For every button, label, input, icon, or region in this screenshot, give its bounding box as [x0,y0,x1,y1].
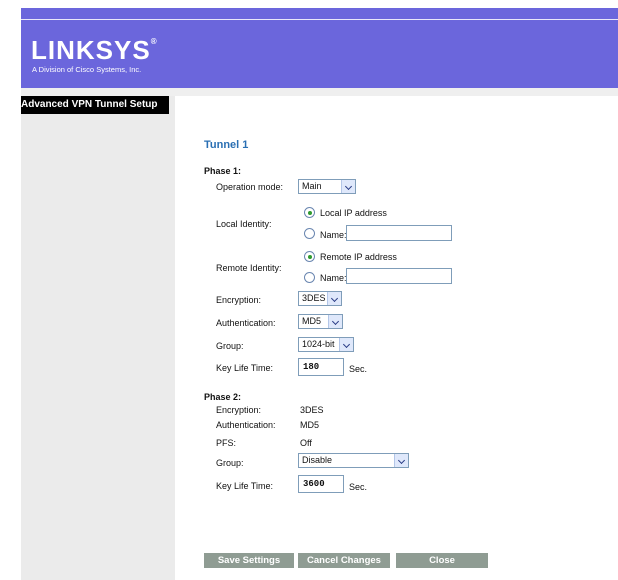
header-band [21,88,618,96]
key-life-label: Key Life Time: [216,363,274,373]
phase2-heading: Phase 2: [204,392,242,402]
logo-registered-mark: ® [150,37,157,46]
tunnel-title: Tunnel 1 [204,139,249,151]
operation-mode-select[interactable]: Main [298,179,356,194]
p2-encryption-label: Encryption: [216,405,262,415]
p2-key-life-label: Key Life Time: [216,481,274,491]
sidebar [21,96,175,580]
local-name-input[interactable] [346,225,452,241]
key-life-input[interactable]: 180 [298,358,344,376]
logo-tagline: A Division of Cisco Systems, Inc. [32,65,142,74]
local-name-option-label: Name: [320,230,347,240]
save-settings-button[interactable]: Save Settings [204,553,294,568]
p2-group-select[interactable]: Disable [298,453,409,468]
remote-name-radio[interactable] [304,272,315,283]
remote-identity-label: Remote Identity: [216,263,282,273]
cancel-changes-button[interactable]: Cancel Changes [298,553,390,568]
remote-name-option-label: Name: [320,273,347,283]
remote-ip-option-label: Remote IP address [320,252,397,262]
authentication-select[interactable]: MD5 [298,314,343,329]
sidebar-title: Advanced VPN Tunnel Setup [21,96,169,114]
top-strip [21,0,618,8]
authentication-label: Authentication: [216,318,276,328]
close-button[interactable]: Close [396,553,488,568]
logo-text: LINKSYS [31,35,151,65]
encryption-value: 3DES [302,293,326,303]
remote-name-input[interactable] [346,268,452,284]
p2-authentication-label: Authentication: [216,420,276,430]
chevron-down-icon [327,292,341,305]
chevron-down-icon [394,454,408,467]
chevron-down-icon [339,338,353,351]
group-select[interactable]: 1024-bit [298,337,354,352]
content-area [175,96,618,580]
operation-mode-label: Operation mode: [216,182,284,192]
p2-group-value: Disable [302,455,333,465]
linksys-logo: LINKSYS® [31,35,157,66]
chevron-down-icon [341,180,355,193]
remote-ip-radio[interactable] [304,251,315,262]
p2-encryption-value: 3DES [300,405,324,415]
group-value: 1024-bit [302,339,335,349]
header-divider [21,19,618,20]
p2-authentication-value: MD5 [300,420,320,430]
pfs-value: Off [300,438,312,448]
encryption-label: Encryption: [216,295,262,305]
local-identity-label: Local Identity: [216,219,272,229]
p2-key-life-unit: Sec. [349,482,368,492]
p2-key-life-input[interactable]: 3600 [298,475,344,493]
encryption-select[interactable]: 3DES [298,291,342,306]
key-life-unit: Sec. [349,364,368,374]
local-name-radio[interactable] [304,228,315,239]
local-ip-option-label: Local IP address [320,208,387,218]
chevron-down-icon [328,315,342,328]
group-label: Group: [216,341,244,351]
operation-mode-value: Main [302,181,322,191]
authentication-value: MD5 [302,316,322,326]
phase1-heading: Phase 1: [204,166,242,176]
pfs-label: PFS: [216,438,237,448]
p2-group-label: Group: [216,458,244,468]
local-ip-radio[interactable] [304,207,315,218]
